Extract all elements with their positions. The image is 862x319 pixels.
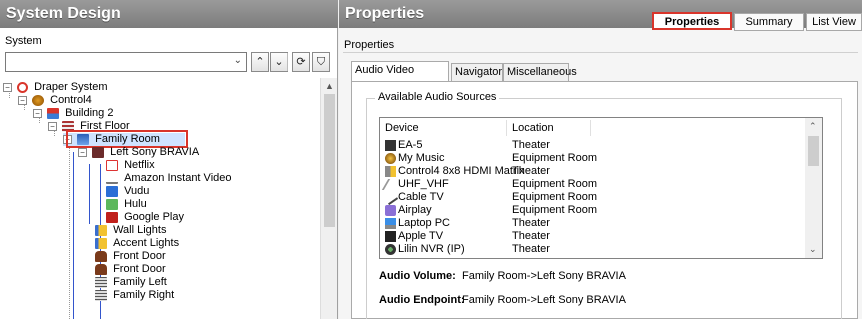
laptop-icon (385, 217, 396, 229)
chevron-down-icon: ⌄ (274, 56, 284, 68)
scroll-down-icon[interactable]: ⌄ (809, 244, 817, 255)
tree-scrollbar[interactable]: ▲ (320, 78, 337, 319)
tree-blue-guide (73, 152, 74, 319)
filter-icon: ⛉ (316, 56, 326, 68)
audio-volume-value: Family Room->Left Sony BRAVIA (462, 270, 626, 282)
tab-properties[interactable]: Properties (652, 12, 732, 30)
tree-blue-guide (89, 164, 90, 224)
system-tree: − Draper System − Control4 − Building 2 … (0, 78, 320, 319)
tree-node-control4[interactable]: − Control4 (18, 94, 92, 107)
group-title: Available Audio Sources (375, 91, 500, 103)
door-lock-icon (95, 251, 107, 262)
blinds-icon (95, 290, 107, 301)
tree-node-front-door-2[interactable]: Front Door (95, 263, 166, 276)
tv-icon (92, 147, 105, 158)
collapse-icon[interactable]: − (33, 109, 42, 118)
audio-video-tab-body: Available Audio Sources Device Location … (351, 81, 858, 319)
google-play-icon (106, 212, 118, 223)
column-divider (506, 120, 507, 136)
tree-node-hulu[interactable]: Hulu (106, 198, 147, 211)
tree-node-building-2[interactable]: − Building 2 (33, 107, 113, 120)
music-icon (385, 152, 396, 164)
apple-tv-icon (385, 230, 396, 242)
light-icon (95, 225, 107, 236)
audio-volume-row: Audio Volume: (379, 270, 456, 282)
tree-node-amazon-instant-video[interactable]: Amazon Instant Video (106, 172, 231, 185)
control4-icon (32, 95, 45, 106)
tree-scroll-thumb[interactable] (324, 94, 335, 227)
tree-node-left-sony-bravia[interactable]: − Left Sony BRAVIA (78, 146, 199, 159)
refresh-icon: ⟳ (296, 56, 306, 68)
tab-summary[interactable]: Summary (734, 13, 804, 31)
system-design-header: System Design (0, 0, 338, 28)
tree-node-front-door-1[interactable]: Front Door (95, 250, 166, 263)
audio-endpoint-row: Audio Endpoint: (379, 294, 465, 306)
tree-node-wall-lights[interactable]: Wall Lights (95, 224, 166, 237)
filter-button[interactable]: ⛉ (312, 52, 330, 72)
collapse-icon[interactable]: − (78, 148, 87, 157)
column-divider (590, 120, 591, 136)
hulu-icon (106, 199, 118, 210)
vudu-icon (106, 186, 118, 197)
audio-volume-label: Audio Volume: (379, 270, 456, 282)
tree-node-netflix[interactable]: Netflix (106, 159, 155, 172)
system-label: System (5, 35, 42, 47)
audio-endpoint-value: Family Room->Left Sony BRAVIA (462, 294, 626, 306)
column-header-device[interactable]: Device (385, 118, 419, 138)
scroll-up-icon[interactable]: ⌃ (809, 121, 817, 132)
system-search-combo[interactable]: ⌄ (5, 52, 247, 72)
move-up-button[interactable]: ⌃ (251, 52, 269, 72)
scroll-up-icon[interactable]: ▲ (325, 81, 334, 91)
collapse-icon[interactable]: − (48, 122, 57, 131)
system-design-panel: System Design System ⌄ ⌃ ⌄ ⟳ ⛉ − Draper … (0, 0, 338, 319)
properties-sublabel: Properties (344, 39, 395, 51)
cable-icon (382, 189, 399, 205)
ea5-icon (385, 139, 396, 151)
blinds-icon (95, 277, 107, 288)
antenna-icon (381, 178, 400, 190)
tree-node-vudu[interactable]: Vudu (106, 185, 149, 198)
toolbar-divider (287, 53, 288, 71)
door-lock-icon (95, 264, 107, 275)
list-scroll-thumb[interactable] (808, 136, 819, 166)
matrix-icon (385, 165, 396, 177)
building-icon (47, 108, 60, 119)
collapse-icon[interactable]: − (3, 83, 12, 92)
tab-list-view[interactable]: List View (806, 13, 862, 31)
tree-node-family-right[interactable]: Family Right (95, 289, 174, 302)
tab-miscellaneous[interactable]: Miscellaneous (503, 63, 577, 82)
audio-sources-list[interactable]: Device Location EA-5 Theater My Music Eq… (379, 117, 823, 259)
tree-node-accent-lights[interactable]: Accent Lights (95, 237, 179, 250)
system-toolbar: ⌄ ⌃ ⌄ ⟳ ⛉ (5, 52, 335, 74)
tree-connector (69, 139, 70, 319)
refresh-button[interactable]: ⟳ (292, 52, 310, 72)
tree-node-family-left[interactable]: Family Left (95, 276, 167, 289)
airplay-icon (385, 204, 396, 216)
draper-logo-icon (17, 82, 29, 93)
amazon-icon (106, 173, 118, 184)
move-down-button[interactable]: ⌄ (270, 52, 288, 72)
nvr-icon (385, 243, 396, 255)
tree-node-draper-system[interactable]: − Draper System (3, 81, 107, 94)
audio-endpoint-label: Audio Endpoint: (379, 294, 465, 306)
properties-panel: Properties Properties Summary List View … (339, 0, 862, 319)
properties-title: Properties (345, 5, 425, 22)
tab-audio-video-devices[interactable]: Audio Video Devices (351, 61, 449, 93)
tree-node-google-play[interactable]: Google Play (106, 211, 184, 224)
list-scrollbar[interactable]: ⌃ ⌄ (805, 118, 822, 258)
netflix-icon (106, 160, 118, 171)
audio-sources-group: Available Audio Sources Device Location … (366, 91, 842, 319)
light-icon (95, 238, 107, 249)
chevron-up-icon: ⌃ (255, 56, 265, 68)
tab-navigator[interactable]: Navigator (451, 63, 503, 82)
collapse-icon[interactable]: − (18, 96, 27, 105)
chevron-down-icon[interactable]: ⌄ (234, 55, 242, 66)
column-header-location[interactable]: Location (512, 118, 554, 138)
